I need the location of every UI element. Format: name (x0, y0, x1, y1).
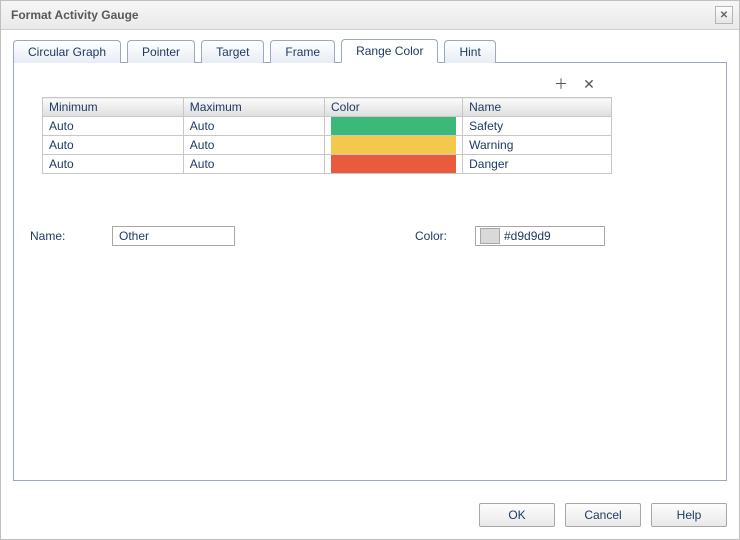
cell-maximum[interactable]: Auto (183, 117, 324, 136)
cell-maximum[interactable]: Auto (183, 155, 324, 174)
cell-minimum[interactable]: Auto (43, 117, 184, 136)
format-activity-gauge-dialog: Format Activity Gauge ✕ Circular Graph P… (0, 0, 740, 540)
table-row[interactable]: Auto Auto Warning (43, 136, 612, 155)
dialog-body: Circular Graph Pointer Target Frame Rang… (1, 30, 739, 491)
tab-label: Circular Graph (28, 45, 106, 59)
table-row[interactable]: Auto Auto Danger (43, 155, 612, 174)
remove-range-button[interactable]: ✕ (582, 77, 596, 91)
tab-pointer[interactable]: Pointer (127, 40, 195, 63)
cell-name[interactable]: Warning (463, 136, 612, 155)
tab-range-color[interactable]: Range Color (341, 39, 438, 63)
tab-circular-graph[interactable]: Circular Graph (13, 40, 121, 63)
tab-label: Target (216, 45, 249, 59)
header-name[interactable]: Name (463, 98, 612, 117)
header-color[interactable]: Color (325, 98, 463, 117)
tab-label: Pointer (142, 45, 180, 59)
tab-hint[interactable]: Hint (444, 40, 495, 63)
window-close-button[interactable]: ✕ (715, 6, 733, 24)
range-color-panel: ＋ ✕ Minimum Maximum Color Name (13, 62, 727, 481)
ok-button[interactable]: OK (479, 503, 555, 527)
cell-color[interactable] (325, 136, 463, 155)
tab-label: Range Color (356, 44, 423, 58)
range-table: Minimum Maximum Color Name Auto Auto Saf… (42, 97, 612, 174)
cell-name[interactable]: Danger (463, 155, 612, 174)
color-swatch-icon (480, 228, 500, 244)
tab-label: Hint (459, 45, 480, 59)
window-title: Format Activity Gauge (11, 8, 139, 22)
tab-label: Frame (285, 45, 320, 59)
dialog-button-bar: OK Cancel Help (1, 491, 739, 539)
cell-minimum[interactable]: Auto (43, 136, 184, 155)
table-header-row: Minimum Maximum Color Name (43, 98, 612, 117)
color-swatch (331, 136, 456, 154)
table-row[interactable]: Auto Auto Safety (43, 117, 612, 136)
color-swatch (331, 155, 456, 173)
add-range-button[interactable]: ＋ (554, 77, 568, 91)
name-label: Name: (30, 229, 102, 243)
cancel-button[interactable]: Cancel (565, 503, 641, 527)
range-table-actions: ＋ ✕ (30, 77, 710, 91)
help-button[interactable]: Help (651, 503, 727, 527)
titlebar: Format Activity Gauge ✕ (1, 1, 739, 30)
cell-name[interactable]: Safety (463, 117, 612, 136)
cell-maximum[interactable]: Auto (183, 136, 324, 155)
x-icon: ✕ (583, 76, 595, 93)
edit-row: Name: Color: #d9d9d9 (30, 226, 710, 246)
header-minimum[interactable]: Minimum (43, 98, 184, 117)
tab-strip: Circular Graph Pointer Target Frame Rang… (13, 38, 727, 62)
color-swatch (331, 117, 456, 135)
color-hex-value: #d9d9d9 (504, 229, 551, 243)
header-maximum[interactable]: Maximum (183, 98, 324, 117)
tab-target[interactable]: Target (201, 40, 264, 63)
name-input[interactable] (112, 226, 235, 246)
cell-minimum[interactable]: Auto (43, 155, 184, 174)
color-label: Color: (415, 229, 465, 243)
close-icon: ✕ (720, 10, 728, 21)
cell-color[interactable] (325, 117, 463, 136)
cell-color[interactable] (325, 155, 463, 174)
color-input[interactable]: #d9d9d9 (475, 226, 605, 246)
tab-frame[interactable]: Frame (270, 40, 335, 63)
plus-icon: ＋ (554, 74, 568, 94)
